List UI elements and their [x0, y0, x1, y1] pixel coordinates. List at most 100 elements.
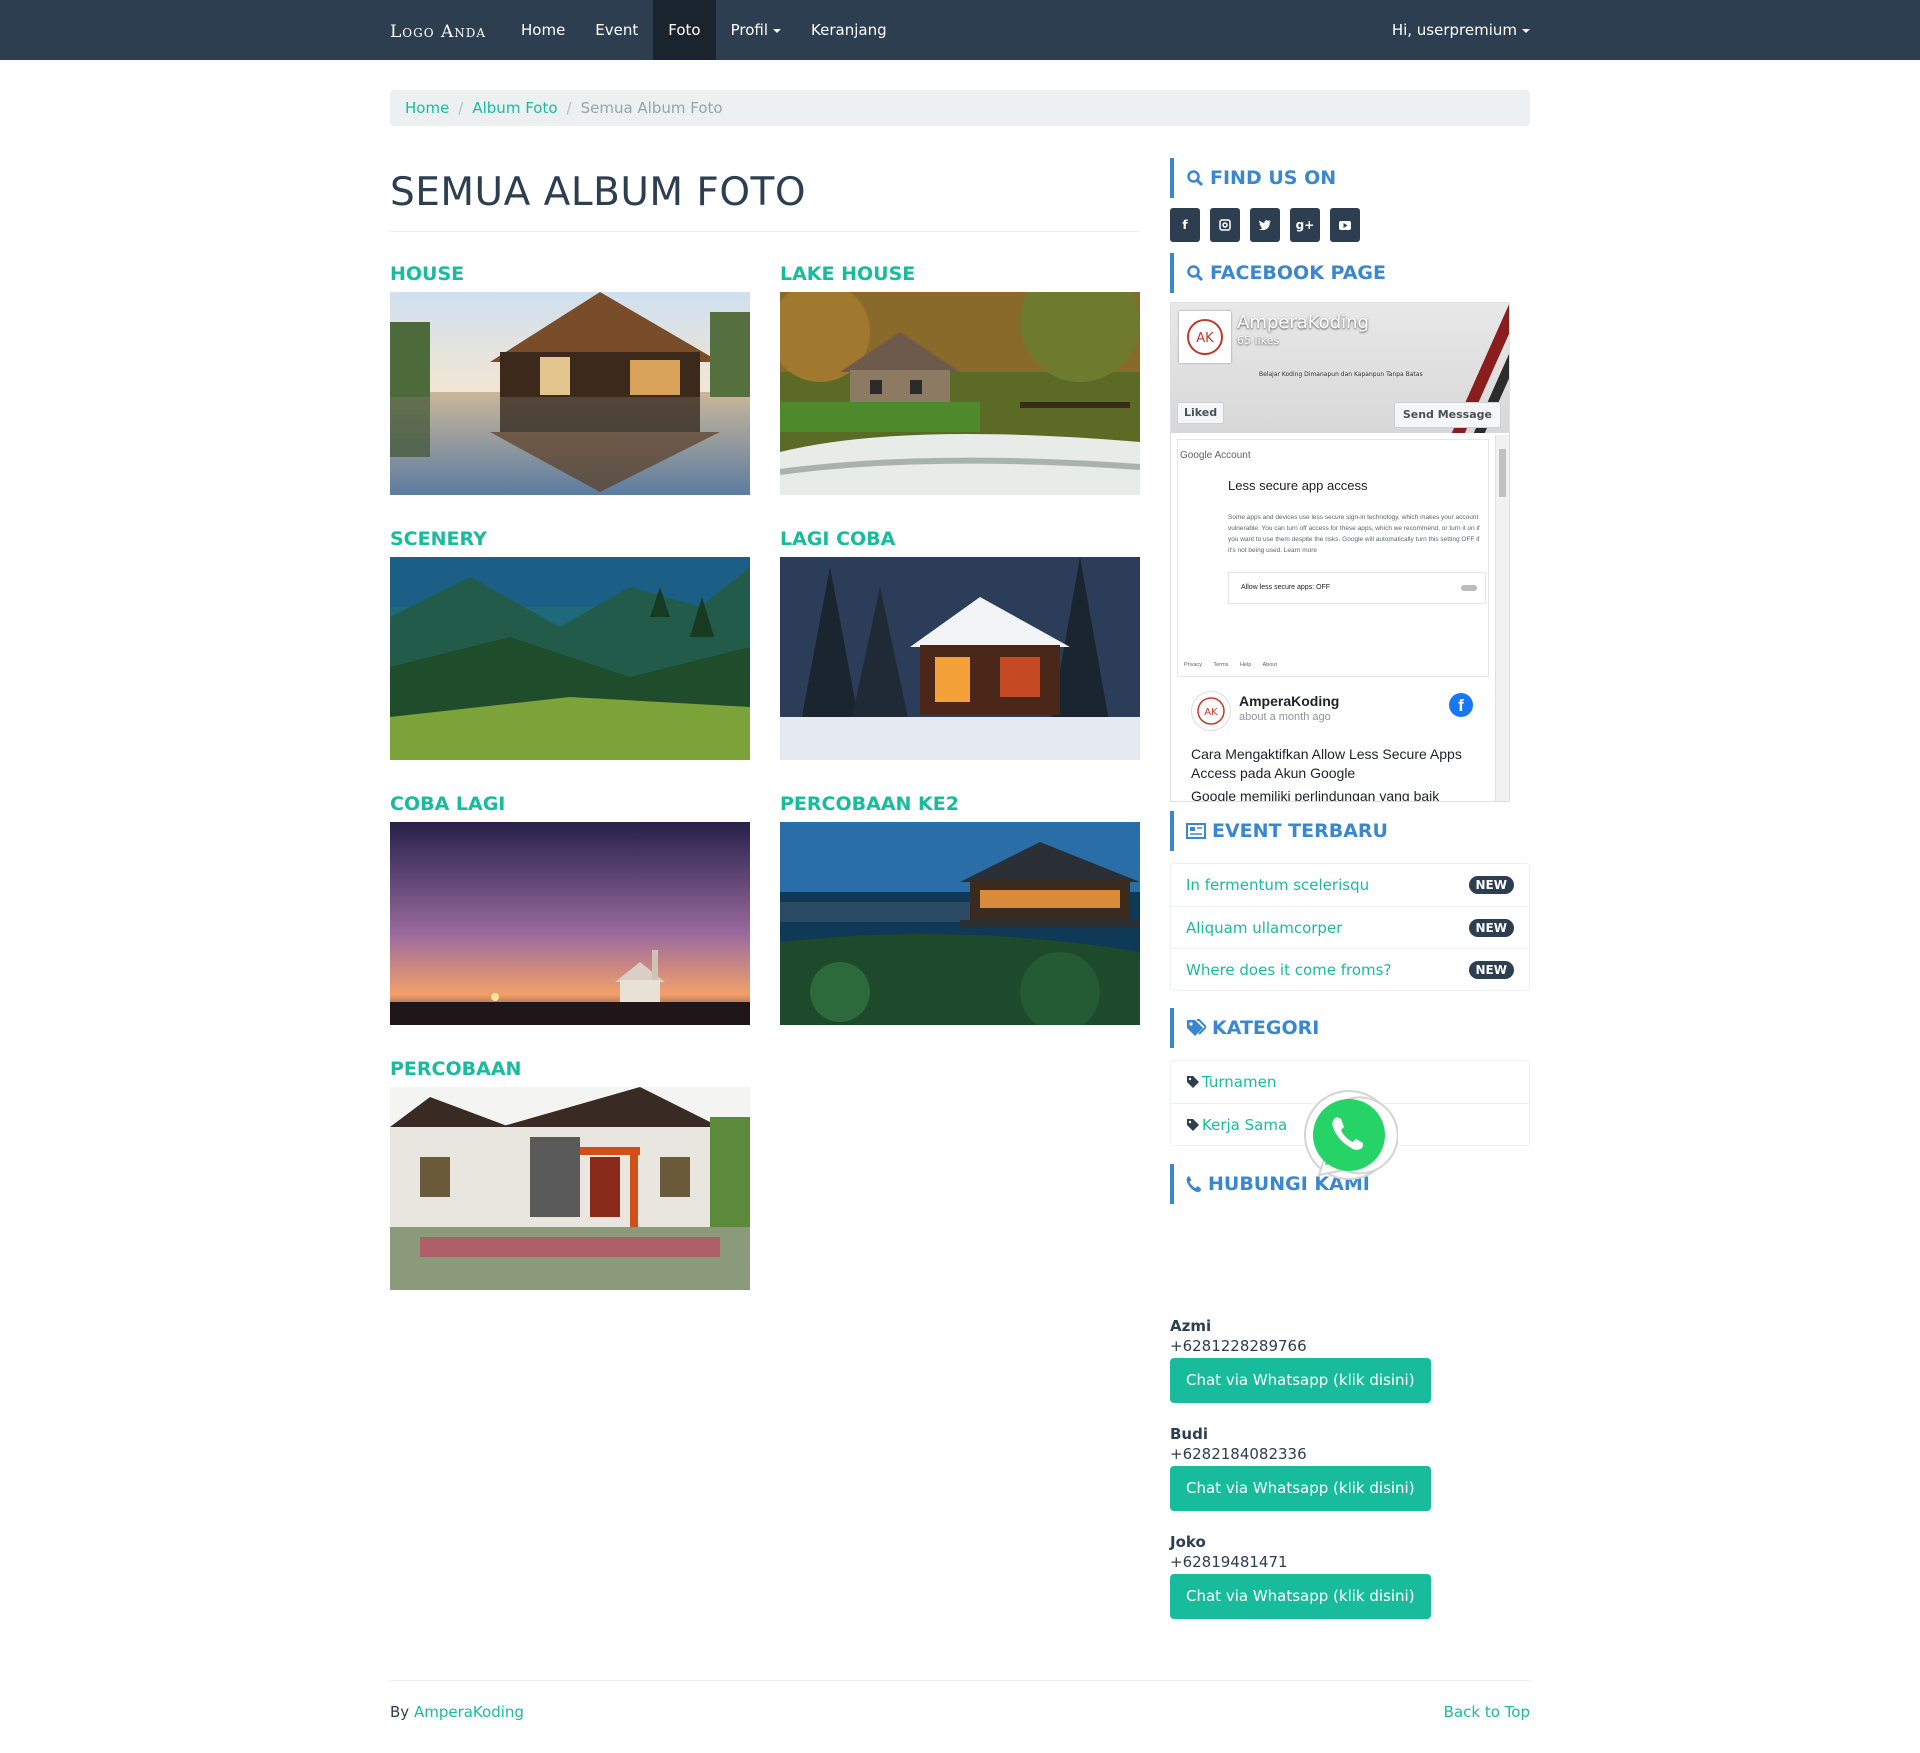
facebook-page-widget[interactable]: AK AmperaKoding 65 likes Belajar Koding … [1170, 302, 1510, 802]
screenshot-footer: Privacy Terms Help About [1184, 662, 1277, 668]
facebook-cover: AK AmperaKoding 65 likes Belajar Koding … [1171, 303, 1509, 433]
post-text: Cara Mengaktifkan Allow Less Secure Apps… [1191, 746, 1462, 781]
album-title[interactable]: SCENERY [390, 527, 750, 557]
find-us-label: FIND US ON [1210, 167, 1337, 189]
footer-divider [390, 1680, 1530, 1681]
facebook-icon[interactable]: f [1170, 208, 1200, 242]
event-label: In fermentum scelerisqu [1186, 876, 1370, 894]
album-thumbnail[interactable] [780, 292, 1140, 495]
post-author[interactable]: AmperaKoding [1239, 693, 1339, 709]
nav-profil[interactable]: Profil [716, 0, 796, 60]
album-title[interactable]: LAGI COBA [780, 527, 1140, 557]
nav-keranjang[interactable]: Keranjang [796, 0, 902, 60]
contact-phone: +6282184082336 [1170, 1445, 1307, 1463]
whatsapp-logo-icon [1300, 1087, 1399, 1189]
nav-foto[interactable]: Foto [653, 0, 716, 60]
event-terbaru-label: EVENT TERBARU [1212, 820, 1388, 842]
album-thumbnail[interactable] [390, 822, 750, 1025]
screenshot-brand: Google Account [1180, 450, 1251, 461]
contact-name: Azmi [1170, 1317, 1212, 1335]
breadcrumb-album-foto[interactable]: Album Foto [472, 99, 557, 117]
page-title: SEMUA ALBUM FOTO [390, 170, 807, 215]
post-text-continued: Google memiliki perlindungan yang baik [1191, 788, 1440, 802]
send-message-button[interactable]: Send Message [1393, 402, 1501, 428]
kategori-title: KATEGORI [1170, 1008, 1319, 1048]
album-card: HOUSE [390, 262, 750, 495]
event-list: In fermentum scelerisqu NEW Aliquam ullam… [1170, 863, 1530, 991]
fb-tagline: Belajar Koding Dimanapun dan Kapanpun Ta… [1259, 371, 1423, 378]
album-title[interactable]: PERCOBAAN KE2 [780, 792, 1140, 822]
album-title[interactable]: LAKE HOUSE [780, 262, 1140, 292]
facebook-page-label: FACEBOOK PAGE [1210, 262, 1387, 284]
fb-scrollbar[interactable] [1495, 435, 1509, 801]
event-item[interactable]: In fermentum scelerisqu NEW [1171, 864, 1529, 906]
whatsapp-chat-button[interactable]: Chat via Whatsapp (klik disini) [1170, 1574, 1431, 1619]
contact-phone: +6281228289766 [1170, 1337, 1307, 1355]
nav-links: Home Event Foto Profil Keranjang [506, 0, 902, 60]
album-card: SCENERY [390, 527, 750, 760]
album-thumbnail[interactable] [780, 557, 1140, 760]
nav-event[interactable]: Event [580, 0, 653, 60]
album-thumbnail[interactable] [780, 822, 1140, 1025]
page-logo[interactable]: AK [1179, 311, 1231, 363]
social-links: f g+ [1170, 208, 1370, 242]
category-label: Kerja Sama [1202, 1115, 1288, 1134]
event-item[interactable]: Aliquam ullamcorper NEW [1171, 906, 1529, 948]
fb-page-name[interactable]: AmperaKoding [1237, 312, 1369, 333]
album-card: COBA LAGI [390, 792, 750, 1025]
whatsapp-chat-button[interactable]: Chat via Whatsapp (klik disini) [1170, 1358, 1431, 1403]
breadcrumb-home[interactable]: Home [405, 99, 449, 117]
contact-phone: +62819481471 [1170, 1553, 1288, 1571]
contact-card: Azmi +6281228289766 Chat via Whatsapp (k… [1170, 1317, 1530, 1403]
contact-name: Joko [1170, 1533, 1206, 1551]
nav-home[interactable]: Home [506, 0, 580, 60]
event-item[interactable]: Where does it come froms? NEW [1171, 948, 1529, 990]
author-avatar[interactable]: AK [1191, 691, 1231, 731]
album-thumbnail[interactable] [390, 1087, 750, 1290]
contact-card: Budi +6282184082336 Chat via Whatsapp (k… [1170, 1425, 1530, 1511]
event-terbaru-title: EVENT TERBARU [1170, 811, 1388, 851]
album-title[interactable]: COBA LAGI [390, 792, 750, 822]
album-title[interactable]: HOUSE [390, 262, 750, 292]
post-time[interactable]: about a month ago [1239, 711, 1331, 723]
caret-down-icon [1522, 28, 1530, 33]
post-image[interactable]: Google Account Less secure app access So… [1177, 439, 1489, 677]
event-label: Aliquam ullamcorper [1186, 918, 1343, 937]
contact-name: Budi [1170, 1425, 1208, 1443]
title-divider [390, 231, 1140, 232]
svg-text:AK: AK [1204, 707, 1218, 718]
instagram-icon[interactable] [1210, 208, 1240, 242]
event-label: Where does it come froms? [1186, 960, 1392, 979]
category-label: Turnamen [1202, 1073, 1277, 1091]
youtube-icon[interactable] [1330, 208, 1360, 242]
whatsapp-chat-button[interactable]: Chat via Whatsapp (klik disini) [1170, 1466, 1431, 1511]
search-icon [1187, 170, 1204, 187]
caret-down-icon [773, 28, 782, 33]
google-plus-icon[interactable]: g+ [1290, 208, 1320, 242]
twitter-icon[interactable] [1250, 208, 1280, 242]
screenshot-title: Less secure app access [1228, 478, 1368, 493]
facebook-page-title: FACEBOOK PAGE [1170, 253, 1386, 293]
album-card: PERCOBAAN KE2 [780, 792, 1140, 1025]
footer-author-link[interactable]: AmperaKoding [414, 1703, 524, 1721]
back-to-top-link[interactable]: Back to Top [1430, 1703, 1530, 1721]
album-thumbnail[interactable] [390, 557, 750, 760]
fb-likes: 65 likes [1237, 334, 1280, 347]
brand-logo[interactable]: Logo Anda [390, 22, 486, 42]
scrollbar-thumb[interactable] [1499, 449, 1506, 497]
album-thumbnail[interactable] [390, 292, 750, 495]
liked-button[interactable]: Liked [1177, 402, 1225, 424]
facebook-icon[interactable]: f [1449, 693, 1473, 717]
navbar: Logo Anda Home Event Foto Profil Keranja… [0, 0, 1920, 60]
breadcrumb-separator: / [458, 99, 464, 117]
user-menu[interactable]: Hi, userpremium [1392, 0, 1530, 60]
breadcrumb-separator: / [566, 99, 572, 117]
album-title[interactable]: PERCOBAAN [390, 1057, 750, 1087]
footer-by: By [390, 1703, 410, 1721]
newspaper-icon [1186, 823, 1206, 839]
find-us-title: FIND US ON [1170, 158, 1336, 198]
kategori-label: KATEGORI [1212, 1017, 1320, 1039]
search-icon [1187, 265, 1204, 282]
svg-text:AK: AK [1196, 331, 1214, 346]
screenshot-body: Some apps and devices use less secure si… [1228, 514, 1480, 554]
